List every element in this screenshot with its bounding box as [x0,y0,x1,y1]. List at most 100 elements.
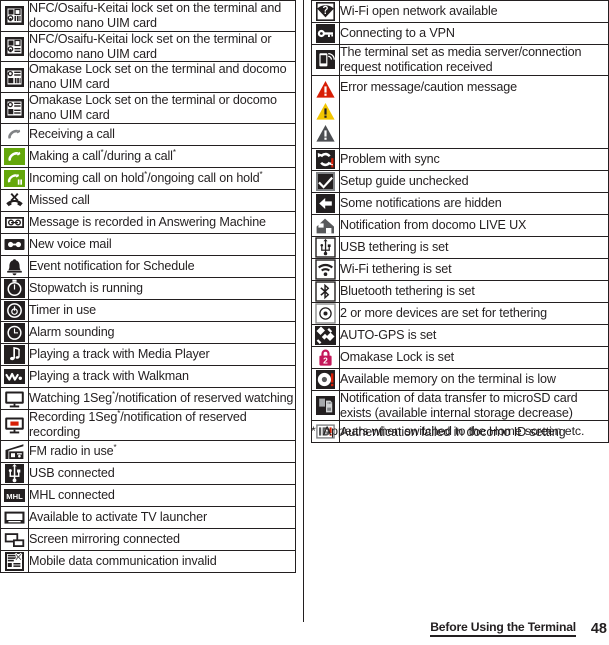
icon-cell [0,92,29,124]
footnote-marker: * [311,424,316,438]
icon-cell [311,279,340,303]
footer-chapter-title: Before Using the Terminal [430,620,576,637]
table-row: Watching 1Seg*/notification of reserved … [0,386,296,410]
receiving-call-icon [4,124,25,145]
table-row: USB connected [0,461,296,485]
table-row: MHL MHL connected [0,483,296,507]
caution-triangle-gray-icon [315,123,336,144]
icon-cell [0,408,29,441]
alarm-clock-icon [4,322,25,343]
row-description: FM radio in use* [28,439,296,463]
row-description: Receiving a call [28,122,296,146]
usb-connected-icon [4,463,25,484]
icon-cell [0,527,29,551]
right-column: Wi-Fi open network available Connecting … [311,0,609,444]
nfc-osaifu-keitai-lock-either-icon [4,36,25,57]
row-description: NFC/Osaifu-Keitai lock set on the termin… [28,30,296,63]
icon-cell [311,213,340,237]
schedule-event-bell-icon [4,256,25,277]
hidden-notifications-icon [315,193,336,214]
mobile-data-invalid-icon [4,551,25,572]
icon-cell [0,210,29,234]
table-row: Receiving a call [0,122,296,146]
manual-page: NFC/Osaifu-Keitai lock set on the termin… [0,0,609,645]
usb-tethering-icon [315,237,336,258]
icon-cell [311,257,340,281]
row-description: Missed call [28,188,296,212]
icon-cell [0,188,29,212]
bluetooth-tethering-icon [315,281,336,302]
icon-cell [311,367,340,391]
icon-cell [0,122,29,146]
icon-cell [0,386,29,410]
row-description-text: Incoming call on hold*/ongoing call on h… [29,169,263,185]
table-row: Available memory on the terminal is low [311,367,609,391]
caution-triangle-yellow-icon [315,101,336,122]
icon-cell: MHL [0,483,29,507]
footnote: * Appears when switched to the Home scree… [311,424,609,439]
row-description: Problem with sync [339,147,609,171]
table-row: Omakase Lock set on the terminal or doco… [0,92,296,124]
watching-1seg-icon [4,388,25,409]
footer-page-number: 48 [590,621,607,637]
row-description: Notification of data transfer to microSD… [339,389,609,422]
mhl-connected-icon: MHL [4,485,25,506]
table-row: Wi-Fi tethering is set [311,257,609,281]
row-description: Connecting to a VPN [339,22,609,45]
table-row: Setup guide unchecked [311,169,609,193]
table-row: New voice mail [0,232,296,256]
icon-cell [0,320,29,344]
row-description: Stopwatch is running [28,276,296,300]
icon-cell [0,276,29,300]
table-row: Mobile data communication invalid [0,549,296,573]
icon-cell [0,232,29,256]
table-row: 2 Omakase Lock is set [311,345,609,369]
row-description: Playing a track with Media Player [28,342,296,366]
call-on-hold-icon [4,168,25,189]
fm-radio-icon [4,441,25,462]
omakase-lock-both-icon [4,67,25,88]
row-description: Bluetooth tethering is set [339,279,609,303]
table-row: Missed call [0,188,296,212]
icon-cell [311,235,340,259]
row-description: USB connected [28,461,296,485]
icon-cell [311,301,340,325]
row-description: Message is recorded in Answering Machine [28,210,296,234]
omakase-lock-set-icon: 2 [315,347,336,368]
icon-cell [0,461,29,485]
row-description: Notification from docomo LIVE UX [339,213,609,237]
table-row: Timer in use [0,298,296,322]
icon-cell [0,298,29,322]
row-description: AUTO-GPS is set [339,323,609,347]
sync-problem-icon [315,149,336,170]
row-description: Omakase Lock set on the terminal and doc… [28,61,296,94]
wifi-tethering-icon [315,259,336,280]
row-description: Timer in use [28,298,296,322]
row-description-text: Watching 1Seg*/notification of reserved … [29,389,294,405]
low-memory-icon [315,369,336,390]
column-divider [303,0,304,622]
icon-cell [0,0,29,32]
table-row: NFC/Osaifu-Keitai lock set on the termin… [0,0,296,32]
row-description: Available memory on the terminal is low [339,367,609,391]
table-row: Some notifications are hidden [311,191,609,215]
making-call-icon [4,146,25,167]
table-row: Notification from docomo LIVE UX [311,213,609,237]
row-description: Recording 1Seg*/notification of reserved… [28,408,296,441]
row-description: Incoming call on hold*/ongoing call on h… [28,166,296,190]
table-row: Screen mirroring connected [0,527,296,551]
row-description: Event notification for Schedule [28,254,296,278]
icon-cell [0,166,29,190]
icon-cell [311,44,340,76]
icon-cell: 2 [311,345,340,369]
tv-launcher-icon [4,507,25,528]
table-row: Incoming call on hold*/ongoing call on h… [0,166,296,190]
table-row: Available to activate TV launcher [0,505,296,529]
table-row: Making a call*/during a call* [0,144,296,168]
row-description: Setup guide unchecked [339,169,609,193]
row-description: Playing a track with Walkman [28,364,296,388]
table-row: Notification of data transfer to microSD… [311,389,609,422]
row-description: NFC/Osaifu-Keitai lock set on the termin… [28,0,296,32]
nfc-osaifu-keitai-lock-both-icon [4,5,25,26]
omakase-lock-either-icon [4,98,25,119]
